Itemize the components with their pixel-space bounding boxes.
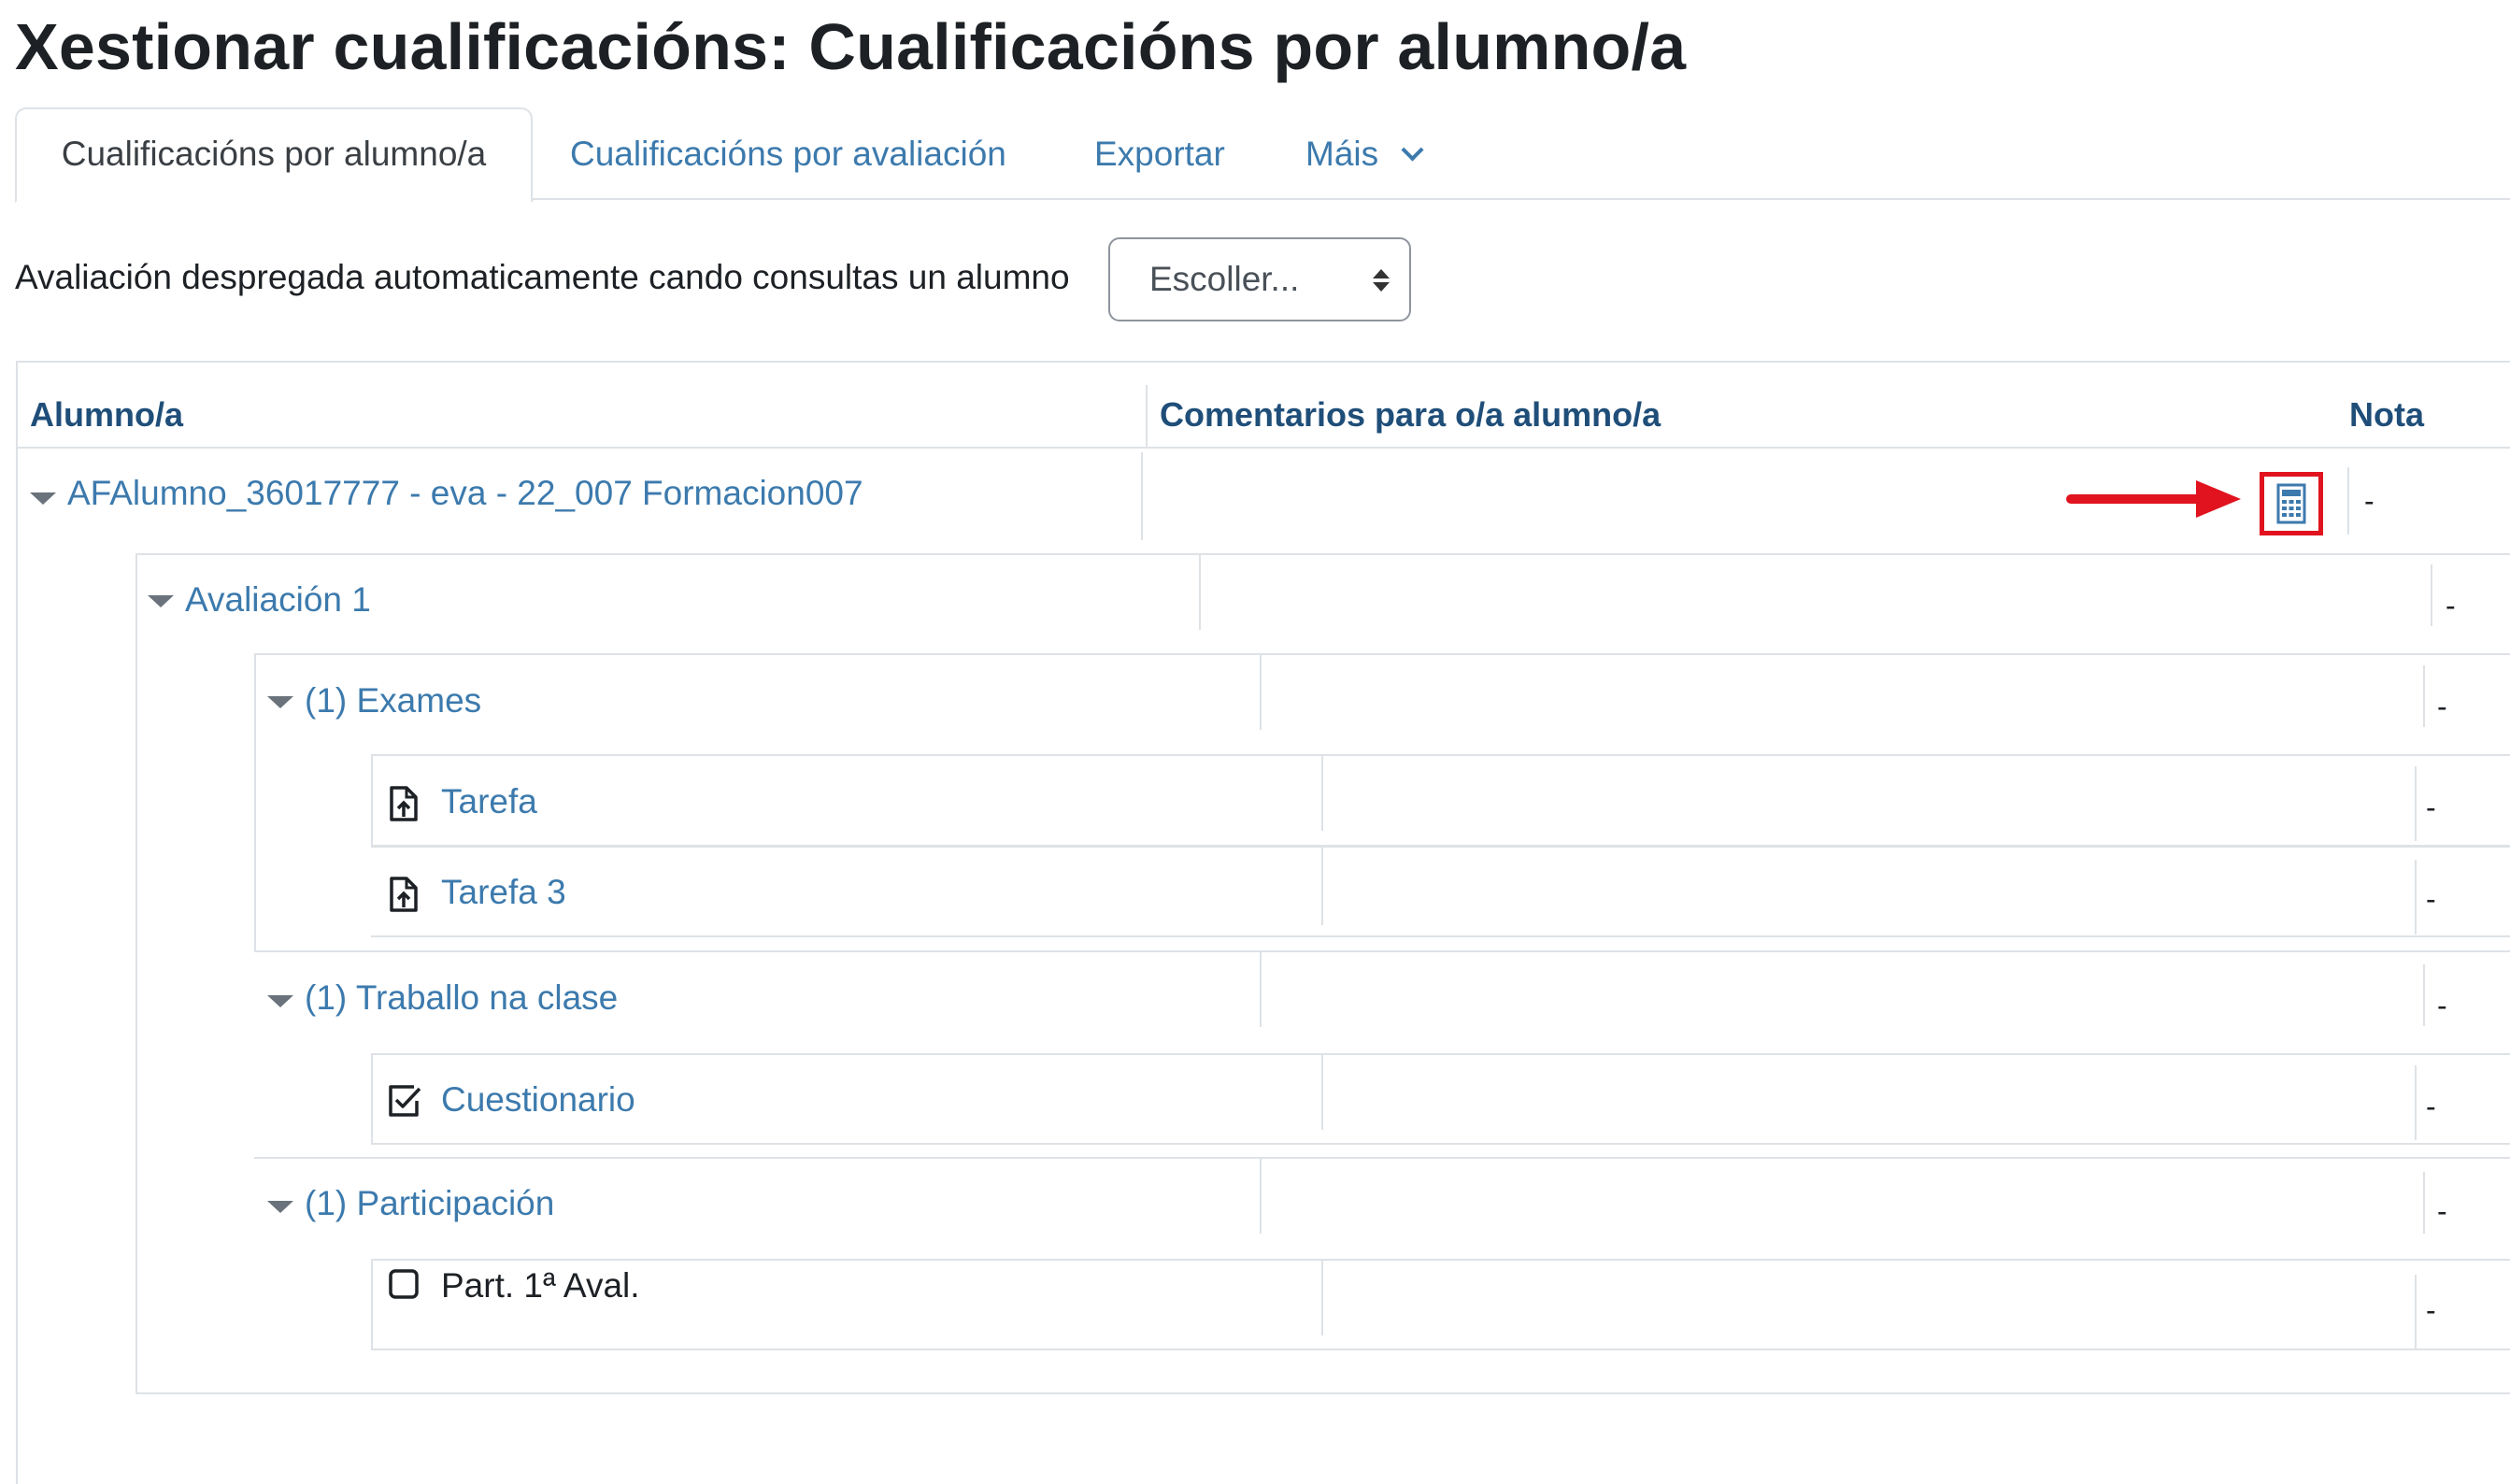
item-cuestionario[interactable]: Cuestionario [441,1079,635,1120]
header-comments: Comentarios para o/a alumno/a [1160,395,1661,434]
row-divider [1321,1261,1323,1335]
row-divider [1199,555,1201,630]
grade-participacion: - [2437,1194,2447,1228]
row-divider [1260,952,1262,1027]
row-box-participacion-item [371,1259,2510,1350]
row-divider [1321,847,1323,925]
page-title: Xestionar cualificacións: Cualificacións… [15,10,1687,83]
row-divider [2423,1172,2425,1234]
tab-grades-by-student[interactable]: Cualificacións por alumno/a [15,107,533,203]
grade-exames: - [2437,690,2447,723]
row-divider [371,935,2510,937]
row-divider [2415,1275,2417,1349]
caret-down-icon[interactable] [148,595,174,607]
header-col-divider [1146,385,1148,447]
item-part-1-aval: Part. 1ª Aval. [441,1266,640,1305]
row-divider [2415,766,2417,841]
header-divider [16,447,2510,449]
row-divider [2423,665,2425,727]
category-traballo-na-clase[interactable]: (1) Traballo na clase [305,977,618,1019]
caret-down-icon[interactable] [267,995,293,1007]
tab-grades-by-assessment[interactable]: Cualificacións por avaliación [570,109,1006,199]
row-divider [2423,964,2425,1026]
grade-avaliacion-1: - [2446,589,2456,622]
category-exames[interactable]: (1) Exames [305,680,481,721]
header-student: Alumno/a [30,395,184,434]
grade-part-1-aval: - [2426,1293,2436,1327]
tab-more-label: Máis [1305,135,1379,173]
assessment-select-value: Escoller... [1149,260,1300,298]
row-box-tarefa [371,754,2510,848]
caret-down-icon[interactable] [267,1201,293,1213]
calculator-icon [2276,483,2306,524]
checkbox-icon [389,1269,419,1299]
student-grade: - [2364,484,2375,518]
header-grade: Nota [2349,395,2424,434]
row-divider [2431,564,2432,626]
assignment-upload-icon [390,877,418,912]
assignment-upload-icon [390,786,418,821]
grade-tarefa-3: - [2426,882,2436,916]
row-divider [1260,1159,1262,1234]
item-tarefa-3[interactable]: Tarefa 3 [441,872,566,913]
grade-cuestionario: - [2426,1090,2436,1123]
caret-down-icon[interactable] [267,696,293,708]
red-arrow-icon [2066,480,2241,518]
auto-expand-label: Avaliación despregada automaticamente ca… [15,258,1070,296]
tab-more[interactable]: Máis [1305,109,1424,199]
collapse-student-icon[interactable] [30,492,56,505]
category-participacion[interactable]: (1) Participación [305,1183,554,1224]
row-divider [1321,756,1323,831]
row-box-cuestionario [371,1053,2510,1145]
tab-export[interactable]: Exportar [1094,109,1225,199]
calculator-button[interactable] [2260,472,2323,535]
student-row-divider [1141,452,1143,540]
row-divider [254,1157,2510,1159]
student-row-grade-divider [2347,467,2349,535]
category-avaliacion-1[interactable]: Avaliación 1 [185,579,371,621]
row-divider [371,845,2510,847]
grade-traballo-na-clase: - [2437,989,2447,1022]
assessment-select[interactable]: Escoller... [1108,237,1411,321]
grade-tarefa: - [2426,791,2436,824]
chevron-down-icon [1401,138,1424,162]
row-divider [2415,1065,2417,1140]
item-tarefa[interactable]: Tarefa [441,781,537,822]
student-name-link[interactable]: AFAlumno_36017777 - eva - 22_007 Formaci… [67,473,863,514]
quiz-check-icon [389,1085,421,1117]
row-divider [254,950,2510,952]
row-divider [1321,1055,1323,1130]
row-divider [1260,655,1262,730]
row-divider [2415,860,2417,935]
